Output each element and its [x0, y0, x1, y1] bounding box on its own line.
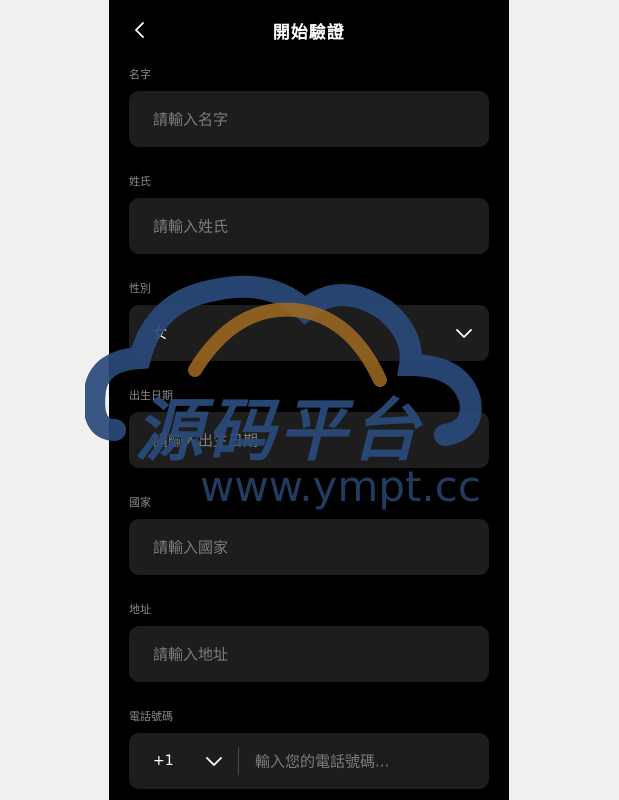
header: 開始驗證 [109, 0, 509, 62]
address-field[interactable]: 請輸入地址 [129, 626, 489, 682]
first-name-label: 名字 [129, 68, 151, 81]
address-placeholder: 請輸入地址 [153, 645, 229, 664]
gender-value: 女 [153, 326, 167, 342]
country-placeholder: 請輸入國家 [153, 538, 229, 557]
birthdate-label: 出生日期 [129, 389, 173, 402]
address-label: 地址 [129, 603, 151, 616]
last-name-field[interactable]: 請輸入姓氏 [129, 198, 489, 254]
first-name-placeholder: 請輸入名字 [153, 110, 229, 129]
verification-screen: 開始驗證 名字 請輸入名字 姓氏 請輸入姓氏 性別 女 出生日期 請輸入出生日期… [109, 0, 509, 800]
gender-label: 性別 [129, 282, 151, 295]
birthdate-field[interactable]: 請輸入出生日期 [129, 412, 489, 468]
last-name-label: 姓氏 [129, 175, 151, 188]
page-title: 開始驗證 [273, 23, 345, 43]
phone-label: 電話號碼 [129, 710, 173, 723]
chevron-down-icon[interactable] [205, 755, 223, 767]
first-name-field[interactable]: 請輸入名字 [129, 91, 489, 147]
last-name-placeholder: 請輸入姓氏 [153, 217, 229, 236]
birthdate-placeholder: 請輸入出生日期 [153, 431, 259, 450]
country-code-select[interactable]: +1 [153, 753, 174, 769]
phone-field: +1 輸入您的電話號碼... [129, 733, 489, 789]
phone-input[interactable]: 輸入您的電話號碼... [255, 751, 389, 772]
gender-select[interactable]: 女 [129, 305, 489, 361]
country-label: 國家 [129, 496, 151, 509]
divider [238, 747, 239, 775]
chevron-down-icon [456, 329, 472, 338]
country-field[interactable]: 請輸入國家 [129, 519, 489, 575]
